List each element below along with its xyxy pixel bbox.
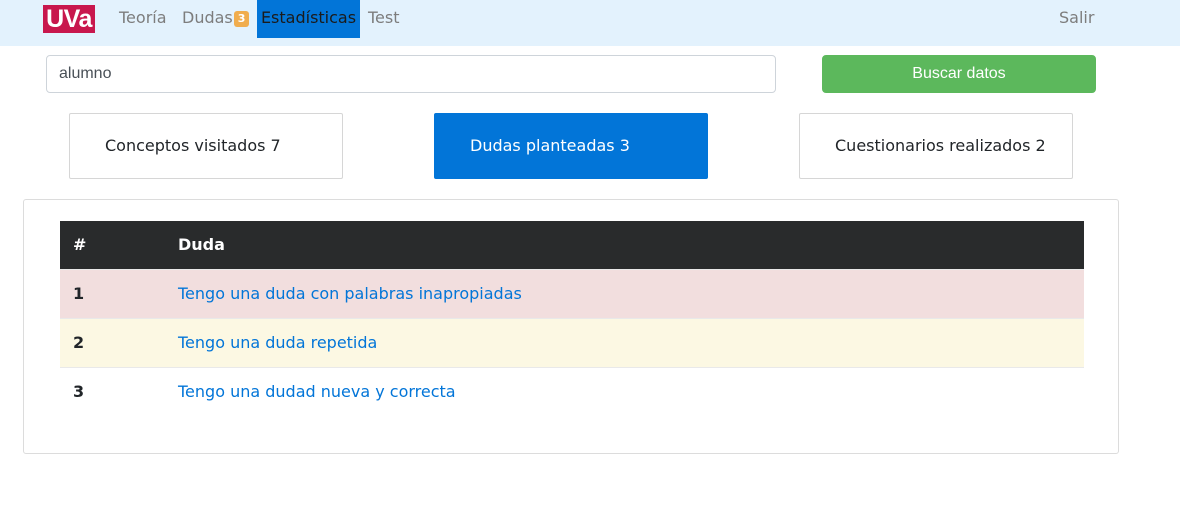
duda-cell: Tengo una duda repetida [165, 317, 1084, 367]
duda-link[interactable]: Tengo una duda repetida [178, 333, 377, 352]
nav-salir[interactable]: Salir [1059, 0, 1094, 38]
row-number: 2 [60, 317, 165, 367]
dudas-card: # Duda 1 Tengo una duda con palabras ina… [23, 199, 1119, 454]
uva-logo[interactable]: UVa [43, 5, 95, 33]
duda-link[interactable]: Tengo una duda con palabras inapropiadas [178, 284, 522, 303]
duda-cell: Tengo una duda con palabras inapropiadas [165, 268, 1084, 318]
table-row: 1 Tengo una duda con palabras inapropiad… [60, 268, 1084, 318]
student-search-input[interactable] [46, 55, 776, 93]
tab-cuestionarios-realizados[interactable]: Cuestionarios realizados 2 [799, 113, 1073, 179]
nav-test[interactable]: Test [368, 0, 400, 38]
header-duda: Duda [165, 221, 1084, 269]
table-header-row: # Duda [60, 221, 1084, 269]
nav-dudas[interactable]: Dudas 3 [182, 0, 250, 38]
table-row: 2 Tengo una duda repetida [60, 317, 1084, 367]
nav-teoria[interactable]: Teoría [119, 0, 167, 38]
row-number: 1 [60, 268, 165, 318]
header-number: # [60, 221, 165, 269]
top-navbar: UVa Teoría Dudas 3 Estadísticas Test Sali… [0, 0, 1180, 46]
tab-conceptos-visitados[interactable]: Conceptos visitados 7 [69, 113, 343, 179]
tab-dudas-planteadas[interactable]: Dudas planteadas 3 [434, 113, 708, 179]
dudas-count-badge: 3 [233, 11, 250, 27]
duda-link[interactable]: Tengo una dudad nueva y correcta [178, 382, 456, 401]
table-row: 3 Tengo una dudad nueva y correcta [60, 366, 1084, 416]
duda-cell: Tengo una dudad nueva y correcta [165, 366, 1084, 416]
nav-estadisticas[interactable]: Estadísticas [257, 0, 360, 38]
dudas-table: # Duda 1 Tengo una duda con palabras ina… [60, 221, 1084, 416]
nav-dudas-label: Dudas [182, 8, 233, 27]
search-data-button[interactable]: Buscar datos [822, 55, 1096, 93]
row-number: 3 [60, 366, 165, 416]
